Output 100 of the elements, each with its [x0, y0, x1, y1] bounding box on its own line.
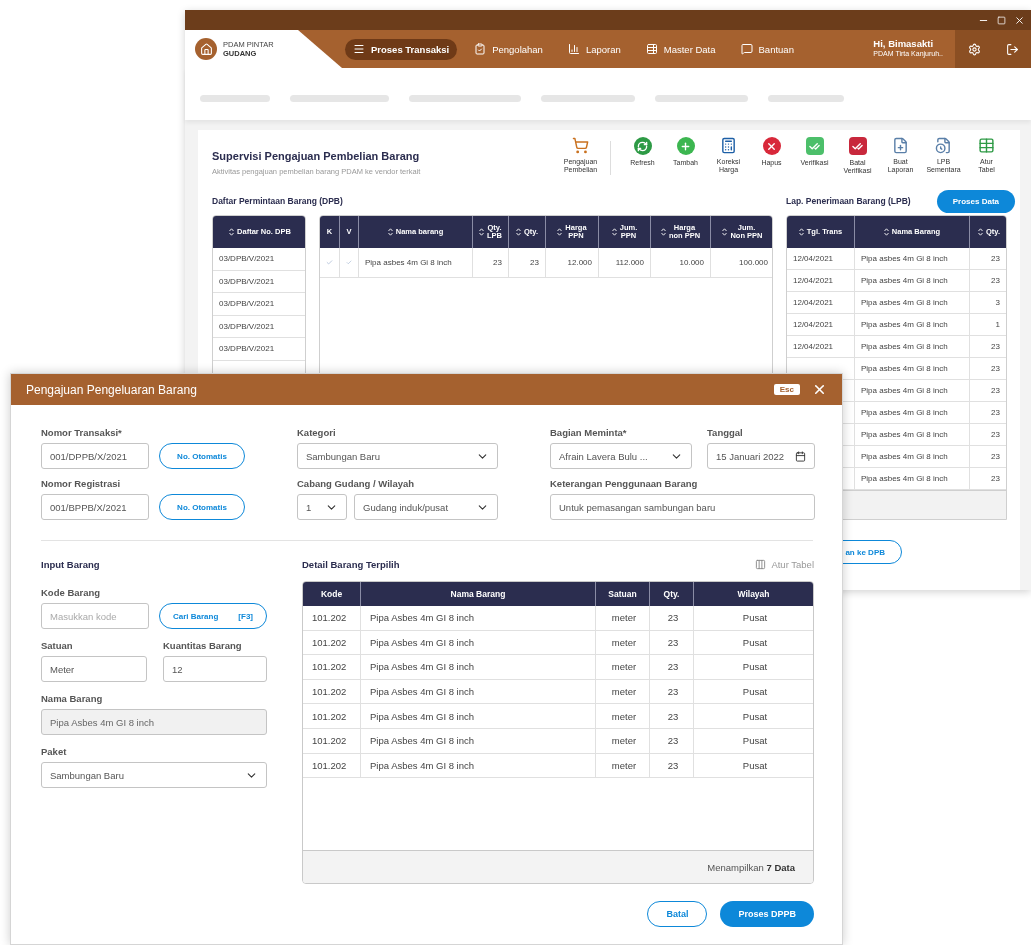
table-cell: 12/04/2021	[787, 314, 855, 335]
maximize-icon[interactable]	[997, 15, 1006, 25]
nav-item[interactable]: Bantuan	[732, 38, 802, 60]
settings-icon[interactable]	[967, 42, 981, 56]
table-cell: 23	[650, 728, 694, 753]
table-icon[interactable]	[978, 137, 995, 154]
section-title: Lap. Penerimaan Barang (LPB)	[786, 196, 911, 206]
record-count: Menampilkan 7 Data	[707, 861, 795, 873]
sort-icon[interactable]	[978, 228, 983, 236]
sort-icon[interactable]	[387, 228, 393, 236]
field-label: Bagian Meminta*	[550, 427, 628, 439]
sort-icon[interactable]	[516, 228, 521, 236]
table-cell-text: 03/DPB/V/2021	[218, 343, 276, 356]
section-title: Daftar Permintaan Barang (DPB)	[212, 196, 343, 206]
skeleton-bar	[200, 95, 270, 102]
input-field[interactable]: Untuk pemasangan sambungan baru	[550, 494, 815, 520]
table-cell: Pipa asbes 4m Gi 8 inch	[855, 336, 970, 357]
cancel-button[interactable]: Batal	[647, 901, 708, 927]
table-cell: 23	[650, 630, 694, 655]
sort-icon[interactable]	[611, 228, 617, 236]
user-greeting: Hi, Bimasakti	[873, 39, 935, 49]
nav-icon	[740, 43, 753, 55]
nav-item[interactable]: Proses Transaksi	[345, 38, 458, 60]
table-cell: 10.000	[651, 248, 711, 277]
close-icon[interactable]	[1014, 14, 1025, 26]
nav-item[interactable]: Pengolahan	[466, 38, 551, 60]
search-item-button[interactable]: Cari Barang [F3]	[159, 603, 267, 629]
process-data-button[interactable]: Proses Data	[936, 189, 1015, 213]
table-cell: Pipa Asbes 4m GI 8 inch	[361, 704, 596, 728]
column-header[interactable]: Wilayah	[694, 582, 813, 606]
sort-icon[interactable]	[798, 228, 804, 236]
sort-icon[interactable]	[722, 228, 728, 236]
table-cell: Pipa asbes 4m Gi 8 inch	[855, 314, 970, 335]
field-label: Cabang Gudang / Wilayah	[297, 478, 416, 490]
table-cell: 23	[650, 679, 694, 704]
table-cell: Pipa Asbes 4m GI 8 inch	[361, 728, 596, 753]
table-cell: meter	[596, 753, 650, 778]
input-field[interactable]: Masukkan kode	[41, 603, 149, 629]
table-cell: 101.202	[303, 728, 361, 753]
table-cell-text: Pusat	[741, 685, 769, 700]
calculator-icon[interactable]	[720, 137, 737, 154]
field-label: Tanggal	[707, 427, 744, 439]
input-field[interactable]: 12	[163, 656, 267, 682]
auto-number-button[interactable]: No. Otomatis	[159, 443, 245, 469]
dropdown[interactable]: Sambungan Baru	[41, 762, 267, 788]
nav-icon	[645, 43, 658, 55]
cart-icon[interactable]	[572, 137, 589, 154]
logout-icon[interactable]	[1005, 42, 1019, 56]
section-title: Detail Barang Terpilih	[302, 559, 400, 572]
table-cell: Pipa asbes 4m Gi 8 inch	[855, 270, 970, 291]
section-title: Input Barang	[41, 559, 101, 572]
double-check-icon[interactable]	[848, 137, 867, 155]
nav-item[interactable]: Master Data	[637, 38, 724, 60]
sort-icon[interactable]	[229, 228, 235, 236]
table-cell: 23	[473, 248, 509, 277]
close-icon[interactable]	[812, 382, 827, 397]
submit-button[interactable]: Proses DPPB	[720, 901, 814, 927]
check-icon[interactable]	[346, 258, 352, 267]
input-field[interactable]: 001/DPPB/X/2021	[41, 443, 149, 469]
table-cell: Pipa asbes 4m Gi 8 inch	[855, 446, 970, 467]
sort-icon[interactable]	[479, 228, 484, 236]
table-cell: 101.202	[303, 704, 361, 728]
close-icon[interactable]	[762, 137, 781, 155]
refresh-icon[interactable]	[633, 137, 652, 155]
table-cell: meter	[596, 704, 650, 728]
nav-icon	[353, 43, 365, 55]
table-cell: 23	[650, 753, 694, 778]
double-check-icon[interactable]	[805, 137, 824, 155]
field-label: Kategori	[297, 427, 337, 439]
table-cell-text: 23	[990, 473, 1001, 485]
column-header[interactable]: Satuan	[596, 582, 650, 606]
dropdown[interactable]: Sambungan Baru	[297, 443, 498, 469]
sort-icon[interactable]	[883, 228, 889, 236]
column-header[interactable]: Qty.	[650, 582, 694, 606]
table-cell-text: 23	[990, 385, 1001, 397]
column-header[interactable]: Kode	[303, 582, 361, 606]
check-icon[interactable]	[326, 258, 333, 267]
table-cell-text: 23	[990, 363, 1001, 375]
file-clock-icon[interactable]	[935, 137, 952, 154]
column-header[interactable]: Nama Barang	[361, 582, 596, 606]
dropdown[interactable]: Gudang induk/pusat	[354, 494, 498, 520]
table-cell-text: 23	[990, 341, 1001, 353]
dialog-title: Pengajuan Pengeluaran Barang	[26, 382, 198, 397]
plus-icon[interactable]	[676, 137, 695, 155]
input-field[interactable]: 001/BPPB/X/2021	[41, 494, 149, 520]
table-cell: 23	[650, 606, 694, 630]
dropdown[interactable]: 1	[297, 494, 347, 520]
dropdown[interactable]: Afrain Lavera Bulu ...	[550, 443, 692, 469]
table-cell: 101.202	[303, 630, 361, 655]
date-field[interactable]: 15 Januari 2022	[707, 443, 815, 469]
input-field[interactable]: Meter	[41, 656, 147, 682]
sort-icon[interactable]	[557, 228, 563, 236]
table-cell: Pipa asbes 4m Gi 8 inch	[359, 248, 473, 277]
file-plus-icon[interactable]	[892, 137, 909, 154]
nav-item[interactable]: Laporan	[559, 38, 629, 60]
sort-icon[interactable]	[660, 228, 666, 236]
table-cell: Pipa asbes 4m Gi 8 inch	[855, 248, 970, 269]
field-label: Kode Barang	[41, 587, 102, 599]
table-cell-text: 03/DPB/V/2021	[218, 298, 276, 311]
auto-number-button[interactable]: No. Otomatis	[159, 494, 245, 520]
